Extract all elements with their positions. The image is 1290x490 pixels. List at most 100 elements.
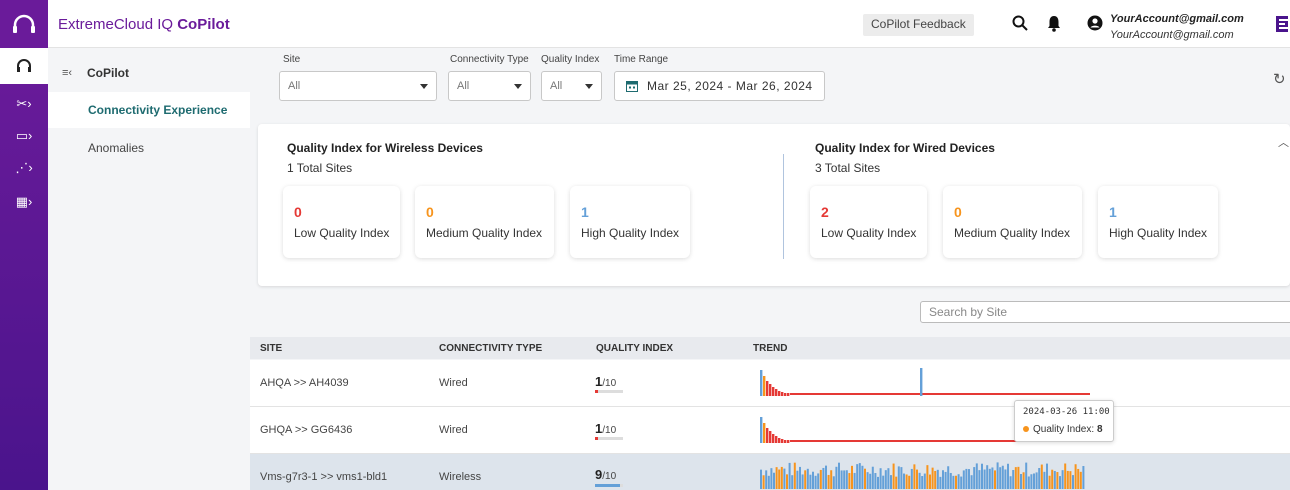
trend-bar: [804, 470, 807, 489]
trend-bar: [780, 466, 783, 489]
header-quality-index[interactable]: QUALITY INDEX: [596, 343, 673, 354]
trend-bar: [920, 368, 923, 396]
trend-bar: [775, 389, 778, 396]
trend-bar: [1040, 464, 1043, 489]
trend-bar: [1051, 469, 1054, 489]
refresh-icon[interactable]: ↻: [1273, 70, 1286, 88]
trend-bar: [981, 463, 983, 489]
site-select[interactable]: All: [279, 71, 437, 101]
wireless-high-tile[interactable]: 1 High Quality Index: [570, 186, 690, 258]
trend-bar: [900, 467, 903, 489]
trend-bar: [1035, 472, 1038, 489]
time-range-label: Time Range: [614, 54, 669, 65]
trend-bar: [1082, 466, 1085, 489]
trend-bar: [817, 473, 820, 489]
nav-title: CoPilot: [87, 66, 129, 80]
trend-bar: [994, 470, 996, 489]
trend-sparkline-vms[interactable]: [760, 462, 1085, 489]
search-icon[interactable]: [1012, 15, 1028, 36]
trend-bar: [845, 470, 848, 489]
trend-bar: [778, 469, 781, 489]
rail-apps-icon[interactable]: ▦›: [0, 184, 48, 220]
wired-high-tile[interactable]: 1 High Quality Index: [1098, 186, 1218, 258]
nav-item-connectivity-experience[interactable]: Connectivity Experience: [48, 92, 250, 128]
tile-value: 2: [821, 204, 829, 220]
header-site[interactable]: SITE: [260, 343, 282, 354]
rail-tools-icon[interactable]: ✂›: [0, 86, 48, 122]
account-name[interactable]: YourAccount@gmail.com: [1110, 13, 1244, 25]
trend-bar: [962, 470, 965, 489]
trend-bar: [787, 440, 790, 443]
wireless-total-sites: 1 Total Sites: [287, 161, 353, 175]
chevron-down-icon: [585, 84, 593, 89]
trend-bar: [783, 468, 786, 489]
trend-bar: [799, 466, 801, 489]
bell-icon[interactable]: [1047, 15, 1061, 37]
chevron-up-icon[interactable]: ︿: [1278, 134, 1289, 150]
trend-bar: [806, 468, 809, 489]
rail-copilot-icon[interactable]: [0, 48, 48, 84]
row-site[interactable]: AHQA >> AH4039: [260, 377, 349, 389]
rail-analytics-icon[interactable]: ⋰›: [0, 150, 48, 186]
trend-bar: [877, 476, 879, 489]
trend-bar: [778, 438, 781, 443]
trend-bar: [1069, 471, 1072, 489]
trend-bar: [1014, 467, 1017, 489]
wireless-low-tile[interactable]: 0 Low Quality Index: [283, 186, 400, 258]
trend-bar: [874, 472, 877, 489]
tooltip-time: 2024-03-26 11:00: [1023, 407, 1110, 417]
account-icon[interactable]: [1087, 15, 1103, 36]
time-range-picker[interactable]: Mar 25, 2024 - Mar 26, 2024: [614, 71, 825, 101]
trend-bar: [772, 434, 775, 443]
trend-bar: [916, 469, 918, 489]
trend-bar: [838, 462, 840, 489]
trend-bar: [999, 467, 1002, 489]
collapse-menu-icon[interactable]: ≡‹: [62, 67, 72, 79]
rail-devices-icon[interactable]: ▭›: [0, 118, 48, 154]
trend-bar: [929, 474, 931, 489]
trend-bar: [1025, 462, 1028, 489]
row-quality-index: 1/10: [595, 421, 617, 436]
trend-bar: [760, 469, 762, 489]
top-bar: ExtremeCloud IQ CoPilot CoPilot Feedback…: [0, 0, 1290, 48]
trend-bar: [1027, 476, 1030, 489]
trend-bar: [884, 470, 887, 489]
trend-bar: [809, 474, 812, 489]
trend-bar: [861, 465, 864, 489]
trend-bar: [851, 465, 853, 489]
trend-bar: [775, 467, 778, 489]
trend-bar: [835, 466, 838, 489]
trend-bar: [890, 475, 892, 489]
trend-bar: [973, 467, 976, 489]
trend-sparkline-ahqa[interactable]: [760, 368, 1090, 396]
site-search-input[interactable]: Search by Site: [920, 301, 1290, 323]
row-site[interactable]: Vms-g7r3-1 >> vms1-bld1: [260, 471, 387, 483]
trend-bar: [960, 476, 963, 489]
nav-item-anomalies[interactable]: Anomalies: [88, 141, 144, 155]
trend-bar: [1048, 475, 1051, 489]
wireless-medium-tile[interactable]: 0 Medium Quality Index: [415, 186, 554, 258]
trend-bar: [949, 472, 952, 489]
connectivity-select[interactable]: All: [448, 71, 531, 101]
trend-bar: [766, 428, 769, 443]
trend-bar: [787, 393, 790, 396]
headset-logo-icon[interactable]: [0, 0, 48, 48]
header-connectivity-type[interactable]: CONNECTIVITY TYPE: [439, 343, 542, 354]
row-site[interactable]: GHQA >> GG6436: [260, 424, 352, 436]
wired-low-tile[interactable]: 2 Low Quality Index: [810, 186, 927, 258]
copilot-feedback-button[interactable]: CoPilot Feedback: [863, 14, 974, 36]
tile-label: Medium Quality Index: [426, 226, 543, 240]
trend-baseline: [790, 393, 1090, 395]
wired-medium-tile[interactable]: 0 Medium Quality Index: [943, 186, 1082, 258]
trend-bar: [1012, 469, 1015, 489]
chevron-down-icon: [420, 84, 428, 89]
trend-bar: [913, 464, 916, 489]
quality-select[interactable]: All: [541, 71, 602, 101]
trend-bar: [1001, 465, 1004, 489]
tile-label: Medium Quality Index: [954, 226, 1071, 240]
trend-bar: [763, 376, 766, 396]
trend-bar: [765, 470, 768, 489]
trend-bar: [819, 469, 822, 489]
quality-bar: [595, 390, 623, 393]
trend-bar: [1074, 464, 1077, 489]
